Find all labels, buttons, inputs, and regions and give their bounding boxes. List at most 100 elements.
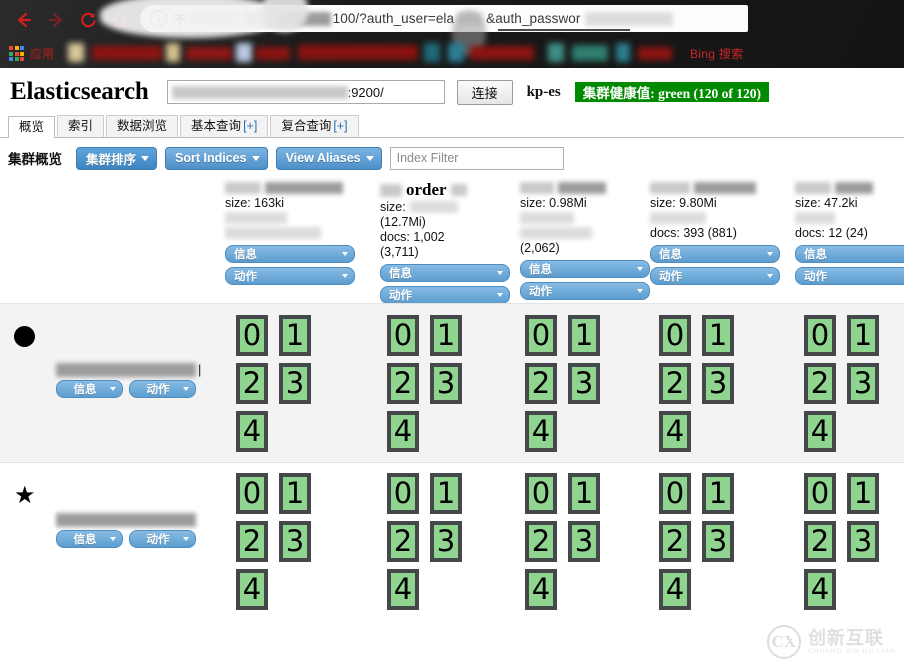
tab-data-browser[interactable]: 数据浏览 <box>106 115 179 137</box>
shard-cell[interactable]: 3 <box>568 363 600 404</box>
shard-cell[interactable]: 4 <box>659 411 691 452</box>
node-action-button[interactable]: 动作 <box>129 380 196 398</box>
shard-cell[interactable]: 3 <box>279 521 311 562</box>
bookmark-item[interactable] <box>470 46 534 60</box>
shard-cell[interactable]: 1 <box>702 315 734 356</box>
index-action-button[interactable]: 动作 <box>380 286 510 304</box>
index-info-button[interactable]: 信息 <box>650 245 780 263</box>
shard-cell[interactable]: 1 <box>847 315 879 356</box>
cluster-host-input[interactable]: :9200/ <box>166 80 445 104</box>
sort-indices-button[interactable]: Sort Indices <box>165 146 268 170</box>
tab-basic-query[interactable]: 基本查询 [+] <box>180 115 269 137</box>
bookmark-item[interactable] <box>638 47 672 60</box>
tab-overview[interactable]: 概览 <box>8 116 56 138</box>
bookmark-item[interactable] <box>256 47 290 60</box>
bookmark-item[interactable] <box>548 43 564 62</box>
apps-grid-icon[interactable] <box>9 46 24 61</box>
shard-cell[interactable]: 3 <box>702 363 734 404</box>
shard-cell[interactable]: 0 <box>804 473 836 514</box>
index-name[interactable] <box>795 181 904 195</box>
shard-cell[interactable]: 1 <box>568 315 600 356</box>
shard-cell[interactable]: 2 <box>659 521 691 562</box>
bookmark-item[interactable] <box>236 43 252 62</box>
bookmark-item[interactable] <box>424 43 440 62</box>
shard-cell[interactable]: 2 <box>387 521 419 562</box>
index-info-button[interactable]: 信息 <box>380 264 510 282</box>
reload-icon[interactable] <box>76 8 100 32</box>
shard-cell[interactable]: 3 <box>702 521 734 562</box>
bookmark-item[interactable] <box>616 43 630 62</box>
shard-cell[interactable]: 2 <box>525 521 557 562</box>
bookmark-item[interactable] <box>92 46 162 60</box>
bookmark-item[interactable] <box>298 45 418 60</box>
back-icon[interactable] <box>12 8 36 32</box>
forward-icon[interactable] <box>44 8 68 32</box>
shard-cell[interactable]: 1 <box>279 473 311 514</box>
node-action-button[interactable]: 动作 <box>129 530 196 548</box>
shard-cell[interactable]: 3 <box>279 363 311 404</box>
shard-cell[interactable]: 0 <box>236 473 268 514</box>
bookmark-item[interactable] <box>186 47 232 60</box>
shard-cell[interactable]: 2 <box>236 521 268 562</box>
shard-cell[interactable]: 4 <box>236 569 268 610</box>
tab-indices[interactable]: 索引 <box>57 115 105 137</box>
shard-cell[interactable]: 4 <box>387 569 419 610</box>
bookmark-bing-label[interactable]: Bing 搜索 <box>690 45 743 62</box>
tab-composite-query-plus[interactable]: [+] <box>333 119 347 133</box>
connect-button[interactable]: 连接 <box>456 79 513 105</box>
shard-cell[interactable]: 4 <box>525 569 557 610</box>
shard-cell[interactable]: 0 <box>659 315 691 356</box>
bookmark-item[interactable] <box>448 43 464 62</box>
shard-cell[interactable]: 1 <box>279 315 311 356</box>
index-info-button[interactable]: 信息 <box>225 245 355 263</box>
index-action-button[interactable]: 动作 <box>520 282 650 300</box>
shard-cell[interactable]: 0 <box>387 473 419 514</box>
shard-cell[interactable]: 4 <box>659 569 691 610</box>
shard-cell[interactable]: 2 <box>804 521 836 562</box>
shard-cell[interactable]: 3 <box>430 521 462 562</box>
index-action-button[interactable]: 动作 <box>795 267 904 285</box>
view-aliases-button[interactable]: View Aliases <box>275 146 382 170</box>
index-action-button[interactable]: 动作 <box>225 267 355 285</box>
shard-cell[interactable]: 1 <box>702 473 734 514</box>
shard-cell[interactable]: 2 <box>804 363 836 404</box>
shard-cell[interactable]: 0 <box>236 315 268 356</box>
index-name[interactable] <box>650 181 780 195</box>
tab-basic-query-plus[interactable]: [+] <box>243 119 257 133</box>
bookmark-apps-label[interactable]: 应用 <box>30 45 54 62</box>
shard-cell[interactable]: 0 <box>525 315 557 356</box>
shard-cell[interactable]: 0 <box>387 315 419 356</box>
index-name[interactable] <box>520 181 650 195</box>
shard-cell[interactable]: 1 <box>430 315 462 356</box>
index-action-button[interactable]: 动作 <box>650 267 780 285</box>
index-name[interactable] <box>225 181 355 195</box>
sort-cluster-button[interactable]: 集群排序 <box>76 146 158 170</box>
shard-cell[interactable]: 2 <box>236 363 268 404</box>
index-filter-input[interactable]: Index Filter <box>389 146 564 170</box>
shard-cell[interactable]: 3 <box>847 521 879 562</box>
shard-cell[interactable]: 0 <box>804 315 836 356</box>
node-info-button[interactable]: 信息 <box>56 530 123 548</box>
shard-cell[interactable]: 2 <box>659 363 691 404</box>
index-info-button[interactable]: 信息 <box>520 260 650 278</box>
shard-cell[interactable]: 4 <box>804 411 836 452</box>
shard-cell[interactable]: 1 <box>847 473 879 514</box>
bookmark-item[interactable] <box>68 43 84 62</box>
shard-cell[interactable]: 4 <box>236 411 268 452</box>
bookmark-item[interactable] <box>166 43 180 62</box>
bookmark-item[interactable] <box>572 45 608 61</box>
shard-cell[interactable]: 4 <box>525 411 557 452</box>
shard-cell[interactable]: 2 <box>387 363 419 404</box>
shard-cell[interactable]: 3 <box>430 363 462 404</box>
shard-cell[interactable]: 1 <box>568 473 600 514</box>
tab-composite-query[interactable]: 复合查询 [+] <box>270 115 359 137</box>
shard-cell[interactable]: 4 <box>387 411 419 452</box>
shard-cell[interactable]: 4 <box>804 569 836 610</box>
index-info-button[interactable]: 信息 <box>795 245 904 263</box>
shard-cell[interactable]: 0 <box>659 473 691 514</box>
node-info-button[interactable]: 信息 <box>56 380 123 398</box>
index-name[interactable]: order <box>380 180 510 199</box>
shard-cell[interactable]: 2 <box>525 363 557 404</box>
shard-cell[interactable]: 0 <box>525 473 557 514</box>
shard-cell[interactable]: 1 <box>430 473 462 514</box>
